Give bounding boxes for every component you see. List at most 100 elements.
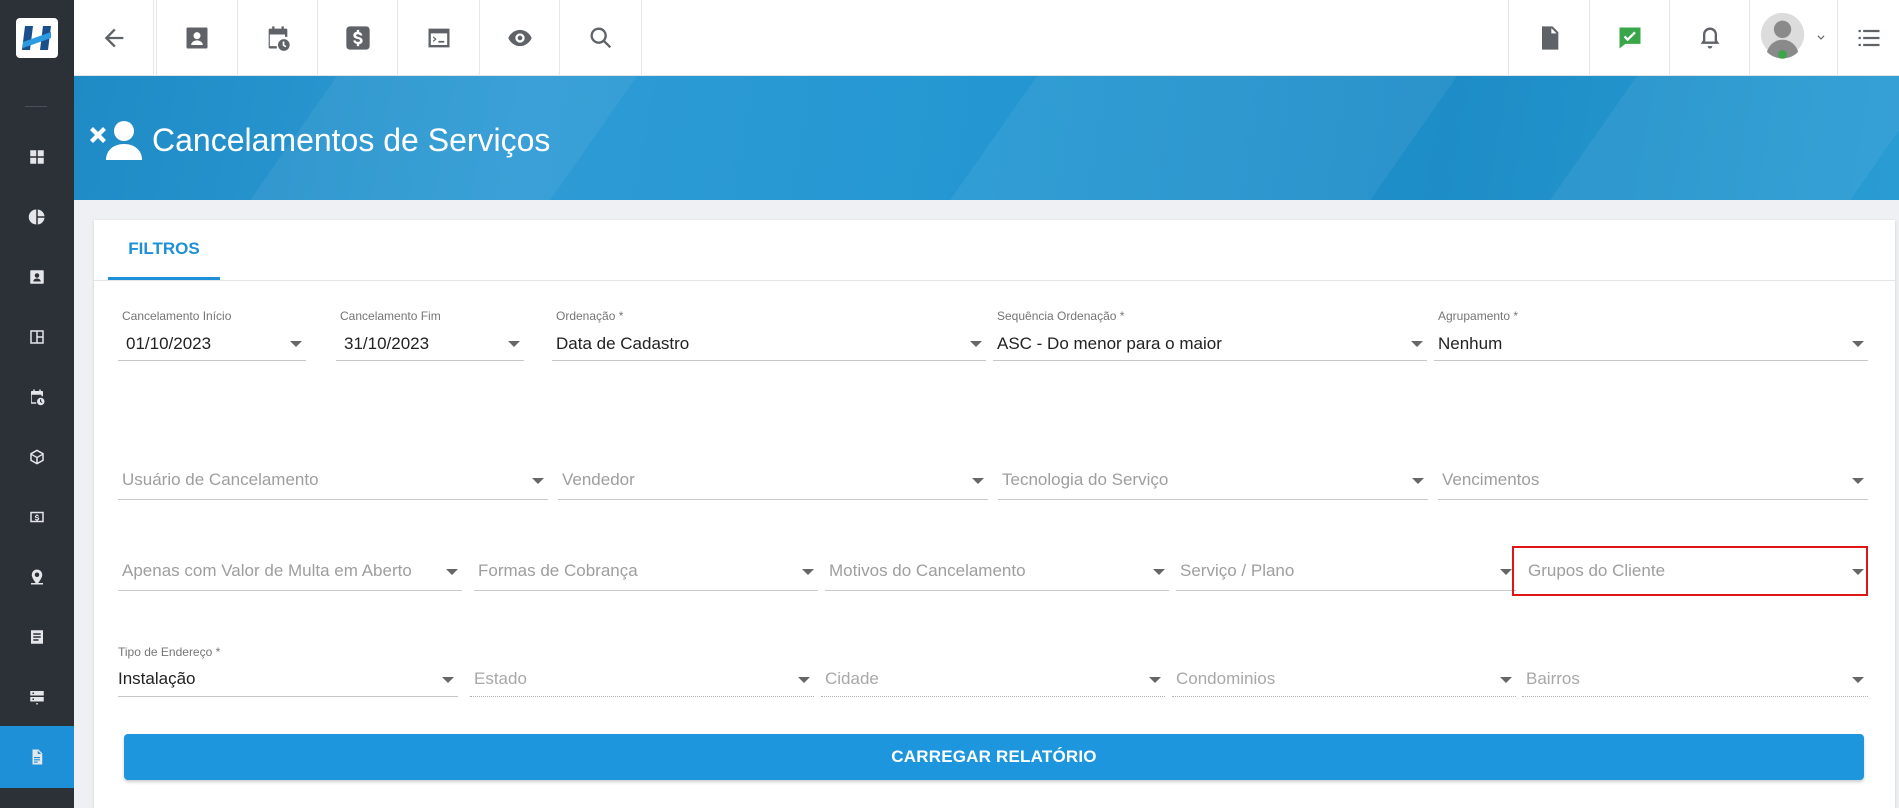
cancel-start-value: 01/10/2023 — [126, 334, 212, 353]
app-logo[interactable] — [0, 0, 74, 76]
dropdown-caret-icon — [1852, 677, 1864, 683]
field-underline — [118, 590, 462, 591]
contacts-button[interactable] — [156, 0, 238, 76]
field-underline — [470, 696, 814, 697]
dropdown-caret-icon — [446, 569, 458, 575]
order-sequence-value: ASC - Do menor para o maior — [997, 334, 1222, 353]
seller-select[interactable]: Vendedor — [558, 470, 988, 500]
tab-divider — [94, 280, 1895, 281]
sidebar-item-products[interactable] — [0, 434, 74, 480]
dashboard-icon — [30, 150, 44, 164]
back-arrow-icon — [104, 28, 123, 48]
service-plan-select[interactable]: Serviço / Plano — [1176, 561, 1516, 591]
terminal-button[interactable] — [398, 0, 480, 76]
check-message-icon — [1619, 27, 1640, 49]
field-underline — [552, 360, 986, 361]
sidebar-item-board[interactable] — [0, 314, 74, 360]
dropdown-caret-icon — [1500, 677, 1512, 683]
field-underline — [118, 696, 458, 697]
due-dates-placeholder: Vencimentos — [1442, 470, 1540, 489]
dollar-icon — [345, 26, 370, 50]
sidebar-item-reports[interactable] — [0, 726, 74, 788]
dropdown-caret-icon — [1411, 341, 1423, 347]
dropdown-caret-icon — [1153, 569, 1165, 575]
neighborhoods-select[interactable]: Bairros — [1522, 669, 1868, 697]
back-button[interactable] — [74, 0, 154, 76]
sidebar-item-dashboard[interactable] — [0, 134, 74, 180]
money-icon — [30, 511, 44, 523]
grouping-label: Agrupamento * — [1438, 309, 1519, 323]
field-underline — [1172, 696, 1516, 697]
dropdown-caret-icon — [290, 341, 302, 347]
sidebar-item-documents[interactable] — [0, 614, 74, 660]
field-underline — [1434, 360, 1868, 361]
seller-placeholder: Vendedor — [562, 470, 635, 489]
field-underline — [993, 360, 1427, 361]
sidebar-item-finance[interactable] — [0, 494, 74, 540]
order-sequence-select[interactable]: Sequência Ordenação * ASC - Do menor par… — [993, 309, 1427, 361]
user-menu-button[interactable] — [1750, 0, 1838, 76]
sidebar-item-contacts[interactable] — [0, 254, 74, 300]
city-select[interactable]: Cidade — [821, 669, 1165, 697]
dropdown-caret-icon — [1852, 341, 1864, 347]
field-underline — [821, 696, 1165, 697]
state-select[interactable]: Estado — [470, 669, 814, 697]
cancel-end-label: Cancelamento Fim — [340, 309, 441, 323]
ordering-label: Ordenação * — [556, 309, 624, 323]
notifications-button[interactable] — [1670, 0, 1750, 76]
location-pin-icon — [31, 569, 43, 585]
pdf-button[interactable] — [1508, 0, 1590, 76]
report-file-icon — [32, 749, 43, 765]
dropdown-caret-icon — [1149, 677, 1161, 683]
billing-forms-select[interactable]: Formas de Cobrança — [474, 561, 818, 591]
board-icon — [30, 330, 44, 344]
cancel-end-field[interactable]: Cancelamento Fim 31/10/2023 — [336, 309, 524, 361]
address-type-select[interactable]: Tipo de Endereço * Instalação — [118, 645, 458, 697]
tasks-button[interactable] — [1590, 0, 1670, 76]
page-title: Cancelamentos de Serviços — [88, 118, 550, 162]
order-sequence-label: Sequência Ordenação * — [997, 309, 1125, 323]
neighborhoods-placeholder: Bairros — [1526, 669, 1580, 688]
cancel-start-field[interactable]: Cancelamento Início 01/10/2023 — [118, 309, 306, 361]
dropdown-caret-icon — [532, 478, 544, 484]
calendar-clock-icon — [268, 26, 290, 51]
grouping-select[interactable]: Agrupamento * Nenhum — [1434, 309, 1868, 361]
dropdown-caret-icon — [802, 569, 814, 575]
sidebar-divider — [25, 106, 47, 107]
due-dates-select[interactable]: Vencimentos — [1438, 470, 1868, 500]
sidebar-item-schedule[interactable] — [0, 374, 74, 420]
cancel-reasons-select[interactable]: Motivos do Cancelamento — [825, 561, 1169, 591]
field-underline — [1438, 499, 1868, 500]
calendar-clock-icon — [31, 389, 45, 406]
contact-card-icon — [30, 270, 44, 284]
document-list-icon — [31, 630, 43, 644]
search-button[interactable] — [560, 0, 642, 76]
field-underline — [998, 499, 1428, 500]
state-placeholder: Estado — [474, 669, 527, 688]
eye-icon — [507, 29, 532, 47]
view-button[interactable] — [480, 0, 560, 76]
cancel-user-select[interactable]: Usuário de Cancelamento — [118, 470, 548, 500]
condos-select[interactable]: Condominios — [1172, 669, 1516, 697]
sidebar-item-locations[interactable] — [0, 554, 74, 600]
tab-filters[interactable]: FILTROS — [108, 220, 220, 280]
finance-button[interactable] — [318, 0, 398, 76]
cancel-end-value: 31/10/2023 — [344, 334, 430, 353]
schedule-button[interactable] — [238, 0, 318, 76]
ordering-select[interactable]: Ordenação * Data de Cadastro — [552, 309, 986, 361]
field-underline — [474, 590, 818, 591]
bell-icon — [1700, 27, 1719, 49]
load-report-button[interactable]: CARREGAR RELATÓRIO — [124, 734, 1864, 780]
pie-chart-icon — [28, 209, 45, 225]
field-underline — [336, 360, 524, 361]
open-fine-select[interactable]: Apenas com Valor de Multa em Aberto — [118, 561, 462, 591]
cancel-user-placeholder: Usuário de Cancelamento — [122, 470, 319, 489]
service-tech-select[interactable]: Tecnologia do Serviço — [998, 470, 1428, 500]
dropdown-caret-icon — [1500, 569, 1512, 575]
field-underline — [118, 360, 306, 361]
sidebar-item-charts[interactable] — [0, 194, 74, 240]
field-underline — [558, 499, 988, 500]
sidebar-item-servers[interactable] — [0, 674, 74, 720]
main-menu-button[interactable] — [1838, 0, 1899, 76]
avatar — [1760, 12, 1804, 59]
